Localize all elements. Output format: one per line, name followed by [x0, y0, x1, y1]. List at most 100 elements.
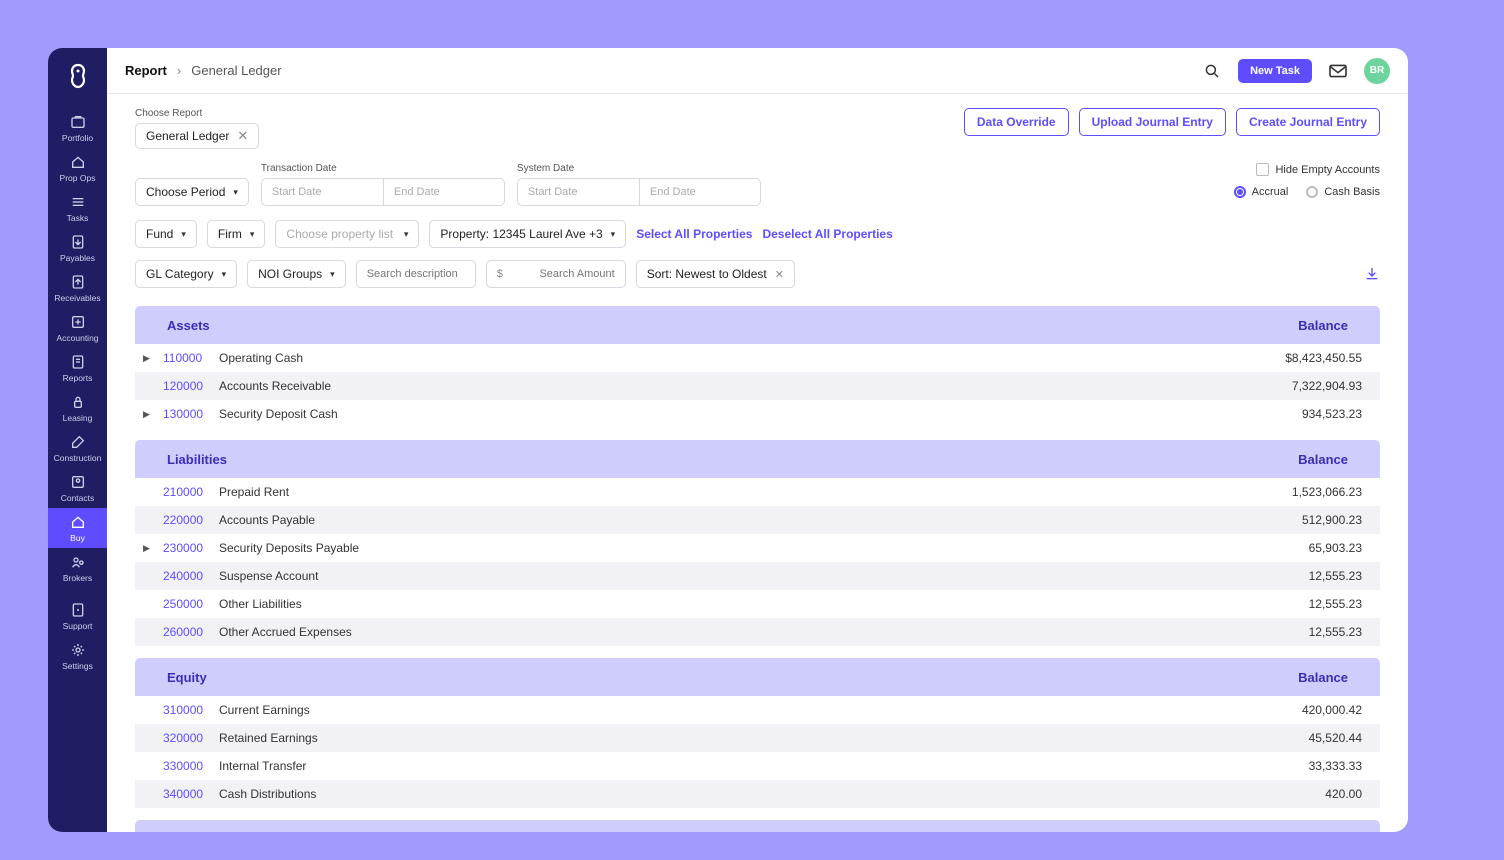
sidebar-item-label: Receivables — [54, 293, 100, 303]
sidebar-item-portfolio[interactable]: Portfolio — [48, 108, 107, 148]
fund-select[interactable]: Fund▾ — [135, 220, 197, 248]
property-select[interactable]: Property: 12345 Laurel Ave +3▾ — [429, 220, 626, 248]
account-name: Accounts Payable — [219, 513, 1212, 527]
account-row[interactable]: 250000Other Liabilities12,555.23 — [135, 590, 1380, 618]
account-row[interactable]: 240000Suspense Account12,555.23 — [135, 562, 1380, 590]
sidebar-item-payables[interactable]: Payables — [48, 228, 107, 268]
sidebar-item-label: Support — [63, 621, 93, 631]
expand-icon[interactable]: ▶ — [143, 409, 159, 420]
sort-select[interactable]: Sort: Newest to Oldest ✕ — [636, 260, 795, 288]
sidebar-item-leasing[interactable]: Leasing — [48, 388, 107, 428]
account-balance: 420,000.42 — [1212, 703, 1362, 717]
account-name: Other Accrued Expenses — [219, 625, 1212, 639]
gl-category-select[interactable]: GL Category▾ — [135, 260, 237, 288]
accrual-radio[interactable]: Accrual — [1234, 186, 1289, 198]
close-icon[interactable]: ✕ — [775, 268, 784, 281]
sidebar-item-receivables[interactable]: Receivables — [48, 268, 107, 308]
account-row[interactable]: 260000Other Accrued Expenses12,555.23 — [135, 618, 1380, 646]
report-chip[interactable]: General Ledger ✕ — [135, 123, 259, 149]
account-row[interactable]: 220000Accounts Payable512,900.23 — [135, 506, 1380, 534]
sidebar-item-accounting[interactable]: Accounting — [48, 308, 107, 348]
expand-icon[interactable]: ▶ — [143, 543, 159, 554]
balance-header: Balance — [1298, 318, 1348, 333]
mail-icon[interactable] — [1324, 57, 1352, 85]
nav-icon — [70, 354, 86, 370]
property-list-select[interactable]: Choose property list▾ — [275, 220, 419, 248]
account-balance: 33,333.33 — [1212, 759, 1362, 773]
chevron-right-icon: › — [177, 63, 181, 78]
data-override-button[interactable]: Data Override — [964, 108, 1069, 136]
sidebar-item-prop-ops[interactable]: Prop Ops — [48, 148, 107, 188]
hide-empty-checkbox[interactable]: Hide Empty Accounts — [1256, 163, 1380, 176]
nav-icon — [70, 602, 86, 618]
section-title: Liabilities — [167, 452, 227, 467]
account-row[interactable]: 330000Internal Transfer33,333.33 — [135, 752, 1380, 780]
system-end-input[interactable]: End Date — [639, 178, 761, 206]
sidebar-item-buy[interactable]: Buy — [48, 508, 107, 548]
account-row[interactable]: 310000Current Earnings420,000.42 — [135, 696, 1380, 724]
section-header-equity: EquityBalance — [135, 658, 1380, 696]
section-header-liabilities: Liabilities Balance — [135, 440, 1380, 478]
deselect-all-properties-link[interactable]: Deselect All Properties — [762, 227, 892, 241]
topbar: Report › General Ledger New Task BR — [107, 48, 1408, 94]
section-title: Income — [167, 832, 213, 833]
download-icon[interactable] — [1364, 266, 1380, 282]
account-code: 220000 — [163, 513, 219, 527]
account-name: Operating Cash — [219, 351, 1212, 365]
nav-icon — [70, 642, 86, 658]
search-amount-input[interactable]: $ — [486, 260, 626, 288]
sidebar-item-construction[interactable]: Construction — [48, 428, 107, 468]
search-icon[interactable] — [1198, 57, 1226, 85]
account-row[interactable]: 210000Prepaid Rent1,523,066.23 — [135, 478, 1380, 506]
sidebar-item-tasks[interactable]: Tasks — [48, 188, 107, 228]
firm-select[interactable]: Firm▾ — [207, 220, 266, 248]
sidebar-item-reports[interactable]: Reports — [48, 348, 107, 388]
transaction-end-input[interactable]: End Date — [383, 178, 505, 206]
nav-icon — [70, 314, 86, 330]
account-row[interactable]: ▶130000Security Deposit Cash934,523.23 — [135, 400, 1380, 428]
expand-icon[interactable]: ▶ — [143, 353, 159, 364]
upload-journal-button[interactable]: Upload Journal Entry — [1079, 108, 1226, 136]
account-code: 310000 — [163, 703, 219, 717]
section-header-assets: AssetsBalance — [135, 306, 1380, 344]
sidebar-item-label: Settings — [62, 661, 93, 671]
noi-groups-select[interactable]: NOI Groups▾ — [247, 260, 346, 288]
sidebar-item-label: Brokers — [63, 573, 92, 583]
nav-icon — [70, 434, 86, 450]
checkbox-icon — [1256, 163, 1269, 176]
avatar[interactable]: BR — [1364, 58, 1390, 84]
chevron-down-icon: ▾ — [181, 229, 186, 240]
select-all-properties-link[interactable]: Select All Properties — [636, 227, 752, 241]
chevron-down-icon: ▾ — [404, 229, 409, 240]
account-name: Other Liabilities — [219, 597, 1212, 611]
account-name: Suspense Account — [219, 569, 1212, 583]
sidebar-item-brokers[interactable]: Brokers — [48, 548, 107, 588]
balance-header: Balance — [1298, 452, 1348, 467]
new-task-button[interactable]: New Task — [1238, 59, 1312, 83]
system-date-label: System Date — [517, 163, 761, 174]
account-name: Current Earnings — [219, 703, 1212, 717]
sidebar-item-label: Accounting — [56, 333, 98, 343]
account-row[interactable]: ▶110000Operating Cash$8,423,450.55 — [135, 344, 1380, 372]
nav-icon — [70, 194, 86, 210]
sidebar-item-support[interactable]: Support — [48, 596, 107, 636]
nav-icon — [70, 394, 86, 410]
nav-icon — [70, 474, 86, 490]
account-row[interactable]: 120000Accounts Receivable7,322,904.93 — [135, 372, 1380, 400]
search-description-input[interactable] — [356, 260, 476, 288]
choose-period-select[interactable]: Choose Period▾ — [135, 178, 249, 206]
sidebar-item-settings[interactable]: Settings — [48, 636, 107, 676]
close-icon[interactable]: ✕ — [237, 128, 248, 144]
account-balance: 45,520.44 — [1212, 731, 1362, 745]
account-balance: $8,423,450.55 — [1212, 351, 1362, 365]
account-row[interactable]: ▶230000Security Deposits Payable65,903.2… — [135, 534, 1380, 562]
account-row[interactable]: 340000Cash Distributions420.00 — [135, 780, 1380, 808]
account-row[interactable]: 320000Retained Earnings45,520.44 — [135, 724, 1380, 752]
sidebar-item-label: Reports — [63, 373, 93, 383]
sidebar-item-contacts[interactable]: Contacts — [48, 468, 107, 508]
breadcrumb-root[interactable]: Report — [125, 63, 167, 78]
create-journal-button[interactable]: Create Journal Entry — [1236, 108, 1380, 136]
system-start-input[interactable]: Start Date — [517, 178, 639, 206]
cash-basis-radio[interactable]: Cash Basis — [1306, 186, 1380, 198]
transaction-start-input[interactable]: Start Date — [261, 178, 383, 206]
